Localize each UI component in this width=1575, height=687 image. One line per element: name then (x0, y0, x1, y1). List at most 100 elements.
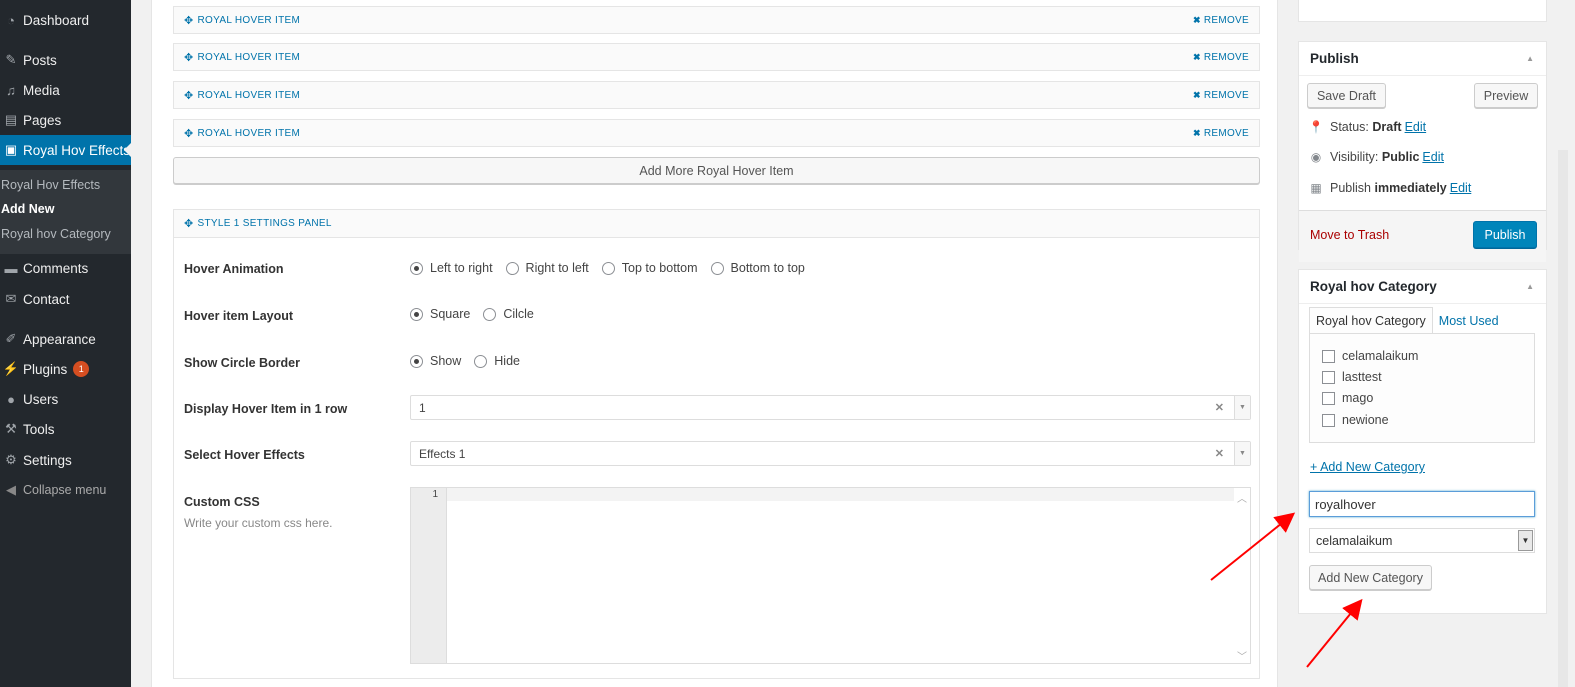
menu-label: Royal Hov Effects (23, 142, 131, 158)
plug-icon: ⚡ (2, 361, 20, 376)
category-checkbox-celamalaikum[interactable]: celamalaikum (1322, 349, 1418, 363)
page-icon: ▤ (4, 112, 18, 127)
radio-right-to-left[interactable]: Right to left (505, 261, 589, 275)
menu-item-tools[interactable]: ⚒ Tools (0, 414, 131, 444)
clear-icon[interactable]: ✕ (1215, 447, 1224, 460)
remove-button[interactable]: ✖ REMOVE (1193, 90, 1249, 101)
category-label: mago (1342, 391, 1374, 405)
remove-label: REMOVE (1203, 14, 1249, 26)
chevron-up-icon[interactable]: ︿ (1237, 490, 1247, 505)
radio-label: Left to right (430, 261, 493, 275)
chevron-down-icon[interactable]: ▼ (1518, 530, 1533, 551)
category-checkbox-lasttest[interactable]: lasttest (1322, 370, 1382, 384)
collapse-icon: ◀ (6, 482, 16, 497)
publish-button[interactable]: Publish (1473, 221, 1537, 248)
edit-visibility-link[interactable]: Edit (1422, 150, 1444, 164)
chevron-down-icon[interactable]: ﹀ (1237, 648, 1247, 663)
save-draft-button[interactable]: Save Draft (1307, 83, 1386, 108)
wrench-icon: ⚒ (5, 421, 17, 436)
tab-most-used[interactable]: Most Used (1433, 307, 1505, 334)
radio-top-to-bottom[interactable]: Top to bottom (601, 261, 698, 275)
menu-item-posts[interactable]: ✎ Posts (0, 45, 131, 75)
menu-item-media[interactable]: ♫ Media (0, 75, 131, 105)
page-scrollbar-track[interactable] (1567, 0, 1575, 687)
menu-item-royal-hov-effects[interactable]: ▣ Royal Hov Effects (0, 135, 131, 165)
menu-item-dashboard[interactable]: ◔ Dashboard (0, 5, 131, 35)
schedule-value: immediately (1374, 181, 1447, 195)
row-title: ROYAL HOVER ITEM (197, 89, 301, 101)
menu-item-contact[interactable]: ✉ Contact (0, 284, 131, 314)
radio-hide[interactable]: Hide (474, 354, 520, 368)
menu-item-appearance[interactable]: ✐ Appearance (0, 324, 131, 354)
chevron-down-icon[interactable]: ▼ (1234, 396, 1250, 419)
remove-button[interactable]: ✖ REMOVE (1193, 128, 1249, 139)
move-icon: ✥ (184, 218, 194, 230)
row-drag-handle[interactable]: ✥ ROYAL HOVER ITEM (184, 89, 300, 102)
submenu-item-category[interactable]: Royal hov Category (1, 227, 111, 241)
remove-label: REMOVE (1203, 51, 1249, 63)
menu-label: Tools (23, 421, 55, 437)
add-new-category-button[interactable]: Add New Category (1309, 565, 1432, 590)
items-per-row-label: Display Hover Item in 1 row (184, 402, 348, 416)
custom-css-label: Custom CSS (184, 495, 260, 509)
menu-item-plugins[interactable]: ⚡ Plugins 1 (0, 354, 131, 384)
menu-item-users[interactable]: ● Users (0, 384, 131, 414)
menu-item-settings[interactable]: ⚙ Settings (0, 445, 131, 475)
row-drag-handle[interactable]: ✥ ROYAL HOVER ITEM (184, 14, 300, 27)
submenu-item-all[interactable]: Royal Hov Effects (1, 178, 100, 192)
category-checklist: celamalaikum lasttest mago newione (1309, 333, 1535, 443)
menu-item-pages[interactable]: ▤ Pages (0, 105, 131, 135)
radio-square[interactable]: Square (410, 307, 470, 321)
category-checkbox-mago[interactable]: mago (1322, 391, 1373, 405)
add-new-category-link[interactable]: + Add New Category (1310, 460, 1425, 474)
menu-label: Media (23, 82, 60, 98)
menu-label: Plugins (23, 361, 68, 377)
radio-label: Bottom to top (730, 261, 805, 275)
repeater-row: ✥ ROYAL HOVER ITEM ✖ REMOVE (173, 43, 1260, 71)
submenu-item-add-new[interactable]: Add New (1, 202, 54, 216)
edit-schedule-link[interactable]: Edit (1450, 181, 1472, 195)
panel-drag-handle[interactable]: ✥ STYLE 1 SETTINGS PANEL (184, 217, 332, 230)
remove-label: REMOVE (1203, 127, 1249, 139)
page-scrollbar-thumb[interactable] (1558, 150, 1568, 687)
editor-scrollbar[interactable]: ︿ ﹀ (1234, 488, 1250, 663)
move-to-trash-link[interactable]: Move to Trash (1310, 228, 1389, 242)
close-icon: ✖ (1193, 51, 1201, 62)
postbox-above (1298, 0, 1547, 22)
category-tabs: Royal hov Category Most Used (1309, 307, 1505, 334)
row-title: ROYAL HOVER ITEM (197, 51, 301, 63)
repeater-row: ✥ ROYAL HOVER ITEM ✖ REMOVE (173, 119, 1260, 147)
radio-bottom-to-top[interactable]: Bottom to top (710, 261, 805, 275)
preview-button[interactable]: Preview (1474, 83, 1538, 108)
editor-active-line[interactable] (447, 488, 1234, 501)
publish-actions: Move to Trash Publish (1299, 210, 1546, 262)
close-icon: ✖ (1193, 14, 1201, 25)
new-category-input[interactable] (1309, 491, 1535, 517)
tab-all-categories[interactable]: Royal hov Category (1309, 307, 1433, 334)
remove-button[interactable]: ✖ REMOVE (1193, 15, 1249, 26)
add-more-item-button[interactable]: Add More Royal Hover Item (173, 157, 1260, 184)
row-drag-handle[interactable]: ✥ ROYAL HOVER ITEM (184, 127, 300, 140)
menu-item-comments[interactable]: ▬ Comments (0, 253, 131, 283)
custom-css-editor[interactable]: 1 ︿ ﹀ (410, 487, 1251, 664)
radio-dot (710, 261, 724, 275)
collapse-toggle-icon[interactable]: ▲ (1526, 54, 1534, 63)
radio-show[interactable]: Show (410, 354, 461, 368)
clear-icon[interactable]: ✕ (1215, 401, 1224, 414)
radio-circle[interactable]: Cilcle (483, 307, 534, 321)
radio-label: Square (430, 307, 471, 321)
radio-dot (483, 307, 497, 321)
radio-left-to-right[interactable]: Left to right (410, 261, 493, 275)
items-per-row-select[interactable]: 1 ✕ ▼ (410, 395, 1251, 420)
menu-label: Settings (23, 452, 72, 468)
row-drag-handle[interactable]: ✥ ROYAL HOVER ITEM (184, 51, 300, 64)
radio-label: Hide (494, 354, 520, 368)
radio-dot (601, 261, 615, 275)
chevron-down-icon[interactable]: ▼ (1234, 442, 1250, 465)
effects-select[interactable]: Effects 1 ✕ ▼ (410, 441, 1251, 466)
category-checkbox-newione[interactable]: newione (1322, 413, 1389, 427)
parent-category-select[interactable]: celamalaikum ▼ (1309, 528, 1535, 553)
edit-status-link[interactable]: Edit (1405, 120, 1427, 134)
remove-button[interactable]: ✖ REMOVE (1193, 52, 1249, 63)
collapse-menu-button[interactable]: ◀ Collapse menu (0, 475, 131, 505)
